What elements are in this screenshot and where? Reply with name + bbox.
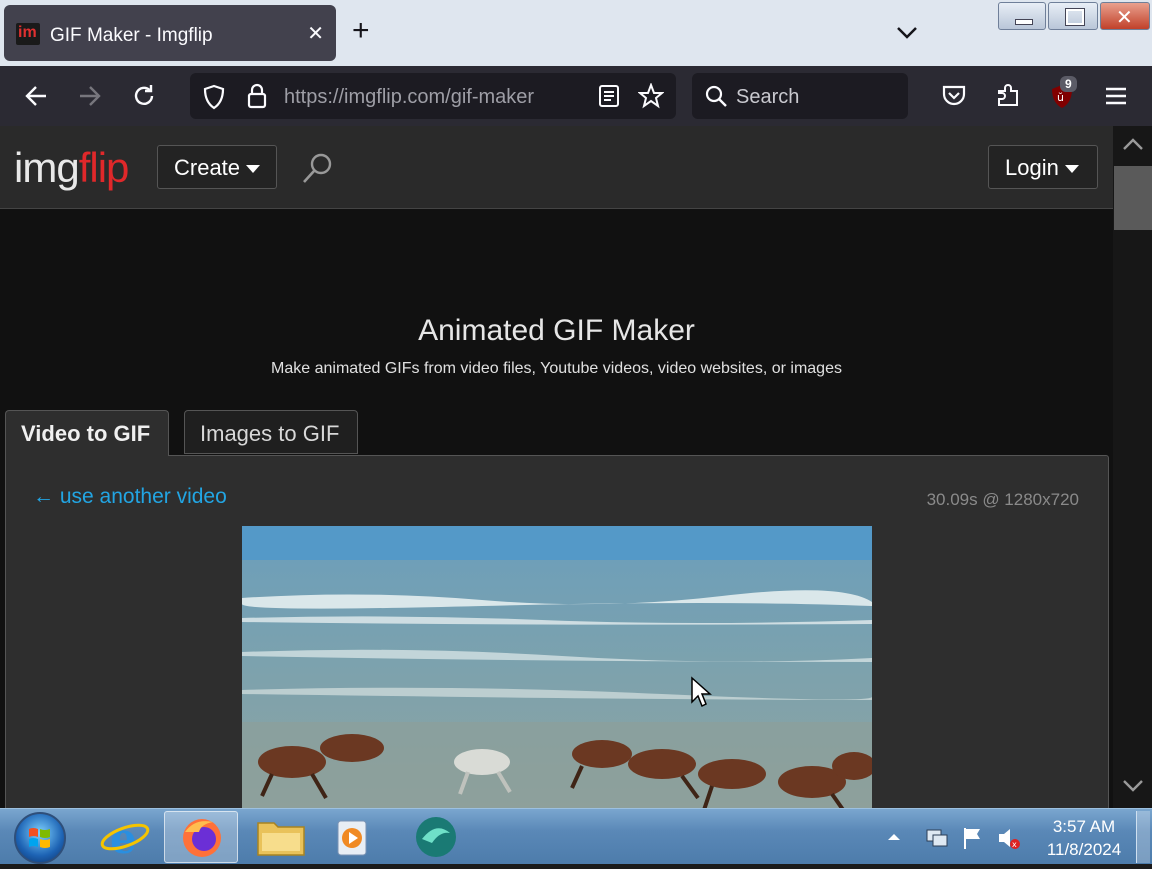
- reader-view-icon[interactable]: [598, 84, 620, 108]
- folder-icon: [257, 822, 305, 856]
- login-menu-button[interactable]: Login: [988, 145, 1098, 189]
- page-scrollbar[interactable]: [1113, 126, 1152, 808]
- url-path: /gif-maker: [445, 86, 535, 108]
- pocket-icon[interactable]: [938, 80, 970, 112]
- clock-date: 11/8/2024: [1046, 840, 1122, 859]
- taskbar-firefox[interactable]: [164, 811, 238, 863]
- logo-img-text: img: [14, 144, 80, 191]
- start-button[interactable]: [14, 812, 66, 864]
- window-restore-button[interactable]: [1048, 2, 1098, 30]
- taskbar-clock[interactable]: 3:57 AM 11/8/2024: [1036, 815, 1132, 861]
- internet-explorer-icon: e: [100, 814, 150, 863]
- taskbar-app-teal[interactable]: [400, 811, 474, 863]
- tab-close-icon[interactable]: ✕: [307, 21, 324, 46]
- lock-icon[interactable]: [246, 83, 268, 109]
- windows-logo-icon: [29, 828, 50, 848]
- hamburger-menu-icon[interactable]: [1100, 80, 1132, 112]
- action-center-flag-icon[interactable]: [960, 825, 986, 851]
- window-minimize-button[interactable]: [998, 2, 1046, 30]
- taskbar-media-player[interactable]: [316, 811, 390, 863]
- network-icon[interactable]: [924, 825, 950, 851]
- page-viewport: imgflip Create Login Animated GIF Maker …: [0, 126, 1113, 808]
- tray-expand-arrow-icon[interactable]: [884, 829, 904, 845]
- scroll-up-arrow-icon[interactable]: [1122, 136, 1144, 152]
- tab-video-to-gif[interactable]: Video to GIF: [5, 410, 169, 456]
- search-bar[interactable]: Search: [692, 73, 908, 119]
- volume-muted-icon[interactable]: x: [996, 825, 1022, 851]
- browser-toolbar: https://imgflip.com/gif-maker Search ŭ 9: [0, 66, 1152, 126]
- shield-icon[interactable]: [202, 84, 226, 110]
- create-label: Create: [174, 155, 241, 180]
- create-menu-button[interactable]: Create: [157, 145, 277, 189]
- url-host: https://imgflip.com: [284, 86, 446, 108]
- imgflip-logo[interactable]: imgflip: [14, 144, 130, 192]
- reload-icon[interactable]: [128, 80, 160, 112]
- url-text[interactable]: https://imgflip.com/gif-maker: [284, 86, 534, 109]
- forward-arrow-icon[interactable]: [74, 80, 106, 112]
- gif-maker-panel: ← use another video 30.09s @ 1280x720: [5, 455, 1109, 808]
- search-placeholder: Search: [736, 86, 800, 108]
- media-player-icon: [337, 820, 367, 856]
- logo-flip-text: flip: [78, 144, 130, 191]
- video-frame-image: [242, 526, 872, 808]
- windows-taskbar: e x 3:57 AM 11/8/2024: [0, 808, 1152, 864]
- browser-tab[interactable]: GIF Maker - Imgflip ✕: [4, 5, 336, 61]
- search-icon: [705, 85, 727, 107]
- taskbar-internet-explorer[interactable]: e: [88, 811, 162, 863]
- svg-text:ŭ: ŭ: [1057, 91, 1064, 104]
- extension-badge-count: 9: [1060, 76, 1077, 92]
- video-duration-resolution: 30.09s @ 1280x720: [926, 490, 1079, 509]
- caret-down-icon: [246, 165, 261, 174]
- svg-text:x: x: [1012, 840, 1017, 849]
- new-tab-icon[interactable]: +: [352, 16, 370, 46]
- svg-text:e: e: [110, 814, 137, 863]
- caret-down-icon: [1064, 165, 1079, 174]
- firefox-icon: [183, 819, 221, 857]
- bookmark-star-icon[interactable]: [638, 83, 664, 109]
- teal-app-icon: [416, 817, 456, 857]
- tab-title: GIF Maker - Imgflip: [50, 25, 213, 46]
- login-label: Login: [1005, 155, 1059, 180]
- mouse-cursor-icon: [691, 676, 712, 708]
- scroll-down-arrow-icon[interactable]: [1122, 778, 1144, 794]
- browser-tab-strip: GIF Maker - Imgflip ✕ +: [0, 0, 1152, 66]
- taskbar-file-explorer[interactable]: [244, 811, 318, 863]
- window-close-button[interactable]: [1100, 2, 1150, 30]
- list-all-tabs-chevron-icon[interactable]: [894, 22, 920, 44]
- imgflip-favicon-icon: [16, 23, 40, 45]
- use-another-video-link[interactable]: ← use another video: [33, 485, 227, 509]
- address-bar[interactable]: https://imgflip.com/gif-maker: [190, 73, 676, 119]
- site-header: imgflip Create Login: [0, 126, 1113, 209]
- back-arrow-icon[interactable]: [20, 80, 52, 112]
- scroll-thumb[interactable]: [1114, 166, 1152, 230]
- extensions-puzzle-icon[interactable]: [992, 80, 1024, 112]
- page-title: Animated GIF Maker: [418, 314, 695, 347]
- site-search-icon[interactable]: [300, 150, 336, 186]
- clock-time: 3:57 AM: [1052, 817, 1116, 836]
- page-subtitle: Make animated GIFs from video files, You…: [271, 360, 842, 377]
- show-desktop-button[interactable]: [1136, 811, 1150, 863]
- tab-images-to-gif[interactable]: Images to GIF: [184, 410, 358, 454]
- video-preview[interactable]: [242, 526, 872, 808]
